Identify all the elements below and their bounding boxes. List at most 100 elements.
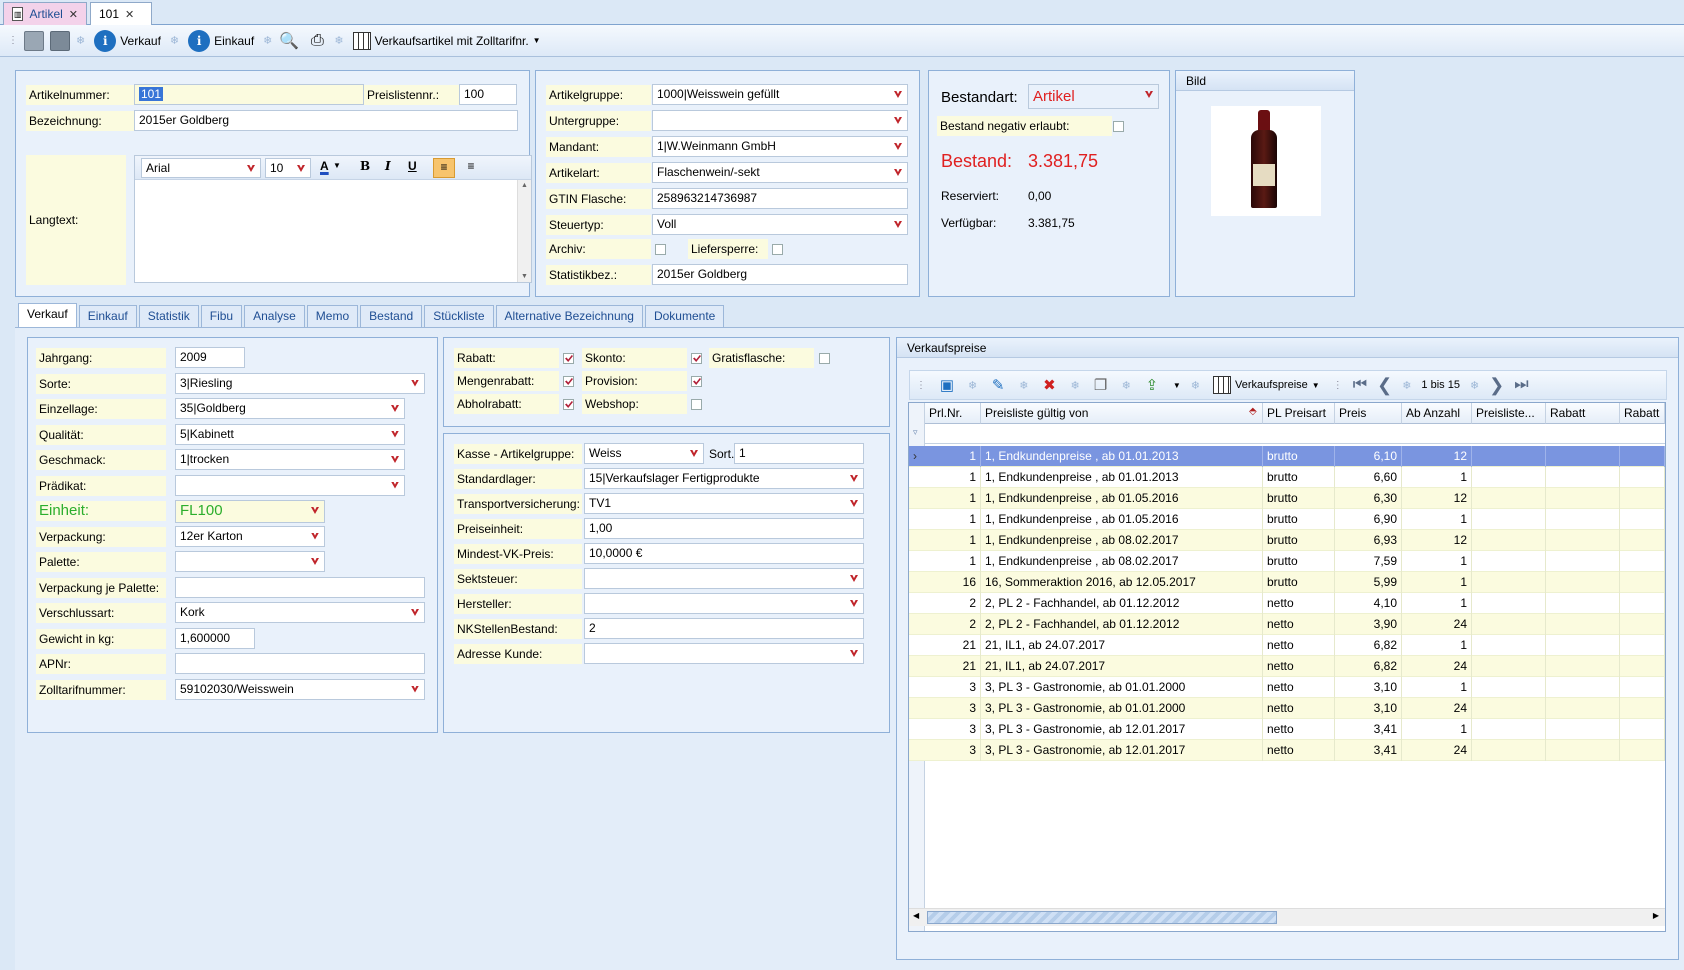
close-icon[interactable]: ✕ (69, 8, 78, 21)
prices-view-button[interactable]: Verkaufspreise ▼ (1210, 374, 1323, 396)
sorte-select[interactable]: 3|Riesling (175, 372, 425, 394)
print-icon[interactable]: ⎙ (306, 30, 328, 52)
last-page-icon[interactable]: ⏭ (1514, 376, 1528, 394)
tab-verkauf[interactable]: Verkauf (18, 303, 77, 327)
tab-memo[interactable]: Memo (306, 305, 359, 327)
table-row[interactable]: 3 3, PL 3 - Gastronomie, ab 01.01.2000 net… (909, 677, 1665, 698)
standardlager-select[interactable]: 15|Verkaufslager Fertigprodukte (584, 468, 864, 489)
font-size-select[interactable]: 10 (265, 158, 311, 178)
jahrgang-field[interactable]: 2009 (175, 347, 245, 368)
align-left-icon[interactable]: ≡ (433, 158, 455, 178)
tab-artikel[interactable]: ▥ Artikel ✕ (3, 2, 87, 25)
langtext-editor[interactable]: Arial 10 A ▼ B I U ≡ ≡ ▲ ▼ (134, 155, 532, 283)
bezeichnung-field[interactable]: 2015er Goldberg (134, 110, 518, 131)
column-header-preisliste-gueltig-von[interactable]: Preisliste gültig von (981, 403, 1263, 424)
table-row[interactable]: 1 1, Endkundenpreise , ab 08.02.2017 brutt… (909, 530, 1665, 551)
table-row[interactable]: 3 3, PL 3 - Gastronomie, ab 01.01.2000 net… (909, 698, 1665, 719)
column-header-ab-anzahl[interactable]: Ab Anzahl (1402, 403, 1472, 424)
tab-analyse[interactable]: Analyse (244, 305, 305, 327)
align-center-icon[interactable]: ≡ (460, 158, 482, 178)
apnr-field[interactable] (175, 653, 425, 674)
column-header-pl-preisart[interactable]: PL Preisart (1263, 403, 1335, 424)
table-row[interactable]: 21 21, IL1, ab 24.07.2017 netto 6,82 24 (909, 656, 1665, 677)
preview-search-icon[interactable]: 🔍 (278, 30, 300, 52)
sektsteuer-select[interactable] (584, 568, 864, 589)
column-header-preisliste[interactable]: Preisliste... (1472, 403, 1546, 424)
abholrabatt-checkbox[interactable] (563, 399, 574, 410)
first-page-icon[interactable]: ⏮ (1353, 376, 1367, 394)
tab-einkauf[interactable]: Einkauf (78, 305, 137, 327)
tab-alternative-bezeichnung[interactable]: Alternative Bezeichnung (495, 305, 643, 327)
tab-fibu[interactable]: Fibu (200, 305, 243, 327)
close-icon[interactable]: ✕ (125, 8, 134, 21)
scroll-down-icon[interactable]: ▼ (521, 273, 528, 280)
sort-field[interactable]: 1 (734, 443, 864, 464)
verpackung-je-palette-field[interactable] (175, 576, 425, 598)
bestand-negativ-checkbox[interactable] (1113, 121, 1124, 132)
underline-icon[interactable]: U (408, 159, 417, 173)
hersteller-select[interactable] (584, 593, 864, 614)
export-icon[interactable]: ⇪ (1141, 374, 1163, 396)
chevron-down-icon[interactable]: ▼ (1173, 381, 1181, 390)
transportversicherung-select[interactable]: TV1 (584, 493, 864, 514)
save-close-icon[interactable] (24, 30, 44, 51)
table-row[interactable]: 2 2, PL 2 - Fachhandel, ab 01.12.2012 nett… (909, 614, 1665, 635)
prev-page-icon[interactable]: ❮ (1377, 375, 1392, 396)
scroll-up-icon[interactable]: ▲ (521, 182, 528, 189)
table-row[interactable]: 1 1, Endkundenpreise , ab 01.05.2016 brutt… (909, 509, 1665, 530)
new-record-icon[interactable]: ▣ (936, 374, 958, 396)
geschmack-select[interactable]: 1|trocken (175, 449, 405, 470)
tab-stueckliste[interactable]: Stückliste (424, 305, 494, 327)
gewicht-field[interactable]: 1,600000 (175, 627, 255, 649)
scroll-right-icon[interactable]: ▶ (1653, 911, 1659, 920)
table-row[interactable]: 1 1, Endkundenpreise , ab 01.05.2016 brutt… (909, 488, 1665, 509)
font-color-icon[interactable]: A (320, 159, 329, 173)
scrollbar-thumb[interactable] (927, 911, 1277, 924)
italic-icon[interactable]: I (385, 159, 391, 173)
verpackung-select[interactable]: 12er Karton (175, 525, 325, 547)
artikelgruppe-select[interactable]: 1000|Weisswein gefüllt (652, 84, 908, 105)
edit-icon[interactable]: ✎ (987, 374, 1009, 396)
table-row[interactable]: 1 1, Endkundenpreise , ab 01.01.2013 brutt… (909, 467, 1665, 488)
qualitaet-select[interactable]: 5|Kabinett (175, 423, 405, 445)
table-row[interactable]: 3 3, PL 3 - Gastronomie, ab 12.01.2017 net… (909, 719, 1665, 740)
einkauf-button[interactable]: i Einkauf (185, 28, 257, 54)
mengenrabatt-checkbox[interactable] (563, 376, 574, 387)
table-row[interactable]: 21 21, IL1, ab 24.07.2017 netto 6,82 1 (909, 635, 1665, 656)
column-header-preis[interactable]: Preis (1335, 403, 1402, 424)
view-selector-button[interactable]: Verkaufsartikel mit Zolltarifnr. ▼ (350, 30, 544, 52)
artikelnummer-field[interactable]: 101 (134, 84, 364, 105)
webshop-checkbox[interactable] (691, 399, 702, 410)
column-header-prl-nr[interactable]: Prl.Nr. (925, 403, 981, 424)
tab-dokumente[interactable]: Dokumente (644, 305, 725, 327)
tab-statistik[interactable]: Statistik (138, 305, 199, 327)
next-page-icon[interactable]: ❯ (1489, 375, 1504, 396)
horizontal-scrollbar[interactable]: ◀ ▶ (909, 908, 1665, 926)
rabatt-checkbox[interactable] (563, 353, 574, 364)
tab-101[interactable]: 101 ✕ (90, 2, 152, 25)
artikelart-select[interactable]: Flaschenwein/-sekt (652, 162, 908, 183)
praedikat-select[interactable] (175, 474, 405, 496)
palette-select[interactable] (175, 551, 325, 572)
bold-icon[interactable]: B (360, 159, 370, 173)
nkstellenbestand-field[interactable]: 2 (584, 618, 864, 639)
mandant-select[interactable]: 1|W.Weinmann GmbH (652, 136, 908, 157)
verschlussart-select[interactable]: Kork (175, 602, 425, 623)
chevron-down-icon[interactable]: ▼ (333, 161, 341, 170)
table-row[interactable]: 1 1, Endkundenpreise , ab 08.02.2017 brutt… (909, 551, 1665, 572)
einzellage-select[interactable]: 35|Goldberg (175, 398, 405, 419)
einheit-select[interactable]: FL100 (175, 500, 325, 523)
mindest-vk-preis-field[interactable]: 10,0000 € (584, 543, 864, 564)
scrollbar[interactable]: ▲ ▼ (517, 180, 531, 282)
untergruppe-select[interactable] (652, 110, 908, 131)
column-header-rabatt[interactable]: Rabatt (1546, 403, 1620, 424)
table-row[interactable]: › 1 1, Endkundenpreise , ab 01.01.2013 brut… (909, 446, 1665, 467)
verkauf-button[interactable]: i Verkauf (91, 28, 164, 54)
archiv-checkbox[interactable] (655, 244, 666, 255)
table-row[interactable]: 16 16, Sommeraktion 2016, ab 12.05.2017 br… (909, 572, 1665, 593)
bestandart-select[interactable]: Artikel (1028, 84, 1159, 109)
delete-icon[interactable]: ✖ (1038, 374, 1060, 396)
liefersperre-checkbox[interactable] (772, 244, 783, 255)
preislistennr-field[interactable]: 100 (459, 84, 517, 105)
skonto-checkbox[interactable] (691, 353, 702, 364)
